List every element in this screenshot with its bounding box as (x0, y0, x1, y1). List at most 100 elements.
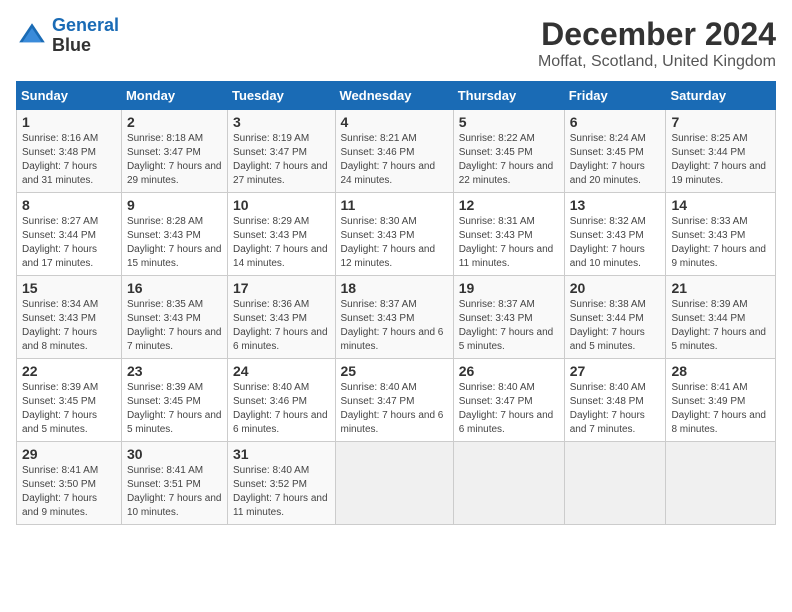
logo-text: General Blue (52, 16, 119, 56)
calendar-cell: 27 Sunrise: 8:40 AMSunset: 3:48 PMDaylig… (564, 359, 666, 442)
day-info: Sunrise: 8:40 AMSunset: 3:47 PMDaylight:… (459, 381, 559, 437)
day-info: Sunrise: 8:40 AMSunset: 3:46 PMDaylight:… (233, 381, 329, 437)
week-row-3: 15 Sunrise: 8:34 AMSunset: 3:43 PMDaylig… (17, 276, 776, 359)
calendar-cell: 23 Sunrise: 8:39 AMSunset: 3:45 PMDaylig… (121, 359, 227, 442)
calendar-cell: 25 Sunrise: 8:40 AMSunset: 3:47 PMDaylig… (335, 359, 453, 442)
day-number: 10 (233, 197, 329, 213)
weekday-header-tuesday: Tuesday (228, 82, 335, 110)
day-info: Sunrise: 8:36 AMSunset: 3:43 PMDaylight:… (233, 298, 329, 354)
calendar-cell (453, 442, 564, 525)
calendar-cell: 3 Sunrise: 8:19 AMSunset: 3:47 PMDayligh… (228, 110, 335, 193)
logo-line1: General (52, 15, 119, 35)
day-info: Sunrise: 8:27 AMSunset: 3:44 PMDaylight:… (22, 215, 116, 271)
day-info: Sunrise: 8:25 AMSunset: 3:44 PMDaylight:… (671, 132, 770, 188)
day-info: Sunrise: 8:22 AMSunset: 3:45 PMDaylight:… (459, 132, 559, 188)
day-info: Sunrise: 8:21 AMSunset: 3:46 PMDaylight:… (341, 132, 448, 188)
day-number: 12 (459, 197, 559, 213)
day-info: Sunrise: 8:16 AMSunset: 3:48 PMDaylight:… (22, 132, 116, 188)
calendar-cell: 8 Sunrise: 8:27 AMSunset: 3:44 PMDayligh… (17, 193, 122, 276)
calendar-cell: 12 Sunrise: 8:31 AMSunset: 3:43 PMDaylig… (453, 193, 564, 276)
calendar-cell: 18 Sunrise: 8:37 AMSunset: 3:43 PMDaylig… (335, 276, 453, 359)
day-number: 8 (22, 197, 116, 213)
calendar-cell: 1 Sunrise: 8:16 AMSunset: 3:48 PMDayligh… (17, 110, 122, 193)
calendar-cell: 28 Sunrise: 8:41 AMSunset: 3:49 PMDaylig… (666, 359, 776, 442)
day-number: 28 (671, 363, 770, 379)
day-number: 26 (459, 363, 559, 379)
day-info: Sunrise: 8:39 AMSunset: 3:45 PMDaylight:… (22, 381, 116, 437)
calendar-cell: 21 Sunrise: 8:39 AMSunset: 3:44 PMDaylig… (666, 276, 776, 359)
day-number: 14 (671, 197, 770, 213)
day-info: Sunrise: 8:29 AMSunset: 3:43 PMDaylight:… (233, 215, 329, 271)
logo: General Blue (16, 16, 119, 56)
day-info: Sunrise: 8:39 AMSunset: 3:44 PMDaylight:… (671, 298, 770, 354)
title-area: December 2024 Moffat, Scotland, United K… (538, 16, 776, 71)
day-number: 20 (570, 280, 661, 296)
calendar-cell (564, 442, 666, 525)
calendar-cell: 20 Sunrise: 8:38 AMSunset: 3:44 PMDaylig… (564, 276, 666, 359)
day-number: 6 (570, 114, 661, 130)
calendar-cell: 30 Sunrise: 8:41 AMSunset: 3:51 PMDaylig… (121, 442, 227, 525)
weekday-header-saturday: Saturday (666, 82, 776, 110)
day-number: 4 (341, 114, 448, 130)
day-number: 15 (22, 280, 116, 296)
day-info: Sunrise: 8:37 AMSunset: 3:43 PMDaylight:… (459, 298, 559, 354)
calendar-cell: 26 Sunrise: 8:40 AMSunset: 3:47 PMDaylig… (453, 359, 564, 442)
weekday-header-monday: Monday (121, 82, 227, 110)
day-number: 30 (127, 446, 222, 462)
weekday-header-friday: Friday (564, 82, 666, 110)
calendar-cell: 11 Sunrise: 8:30 AMSunset: 3:43 PMDaylig… (335, 193, 453, 276)
calendar-cell: 7 Sunrise: 8:25 AMSunset: 3:44 PMDayligh… (666, 110, 776, 193)
calendar-table: SundayMondayTuesdayWednesdayThursdayFrid… (16, 81, 776, 525)
calendar-cell: 5 Sunrise: 8:22 AMSunset: 3:45 PMDayligh… (453, 110, 564, 193)
day-number: 3 (233, 114, 329, 130)
day-info: Sunrise: 8:40 AMSunset: 3:47 PMDaylight:… (341, 381, 448, 437)
calendar-cell: 2 Sunrise: 8:18 AMSunset: 3:47 PMDayligh… (121, 110, 227, 193)
calendar-cell: 31 Sunrise: 8:40 AMSunset: 3:52 PMDaylig… (228, 442, 335, 525)
day-info: Sunrise: 8:41 AMSunset: 3:51 PMDaylight:… (127, 464, 222, 520)
day-info: Sunrise: 8:24 AMSunset: 3:45 PMDaylight:… (570, 132, 661, 188)
day-info: Sunrise: 8:37 AMSunset: 3:43 PMDaylight:… (341, 298, 448, 354)
day-info: Sunrise: 8:32 AMSunset: 3:43 PMDaylight:… (570, 215, 661, 271)
calendar-cell: 9 Sunrise: 8:28 AMSunset: 3:43 PMDayligh… (121, 193, 227, 276)
logo-line2: Blue (52, 36, 119, 56)
calendar-cell: 19 Sunrise: 8:37 AMSunset: 3:43 PMDaylig… (453, 276, 564, 359)
calendar-cell: 10 Sunrise: 8:29 AMSunset: 3:43 PMDaylig… (228, 193, 335, 276)
main-title: December 2024 (538, 16, 776, 53)
weekday-header-sunday: Sunday (17, 82, 122, 110)
calendar-cell: 24 Sunrise: 8:40 AMSunset: 3:46 PMDaylig… (228, 359, 335, 442)
day-number: 22 (22, 363, 116, 379)
weekday-header-row: SundayMondayTuesdayWednesdayThursdayFrid… (17, 82, 776, 110)
day-info: Sunrise: 8:18 AMSunset: 3:47 PMDaylight:… (127, 132, 222, 188)
calendar-cell: 15 Sunrise: 8:34 AMSunset: 3:43 PMDaylig… (17, 276, 122, 359)
day-info: Sunrise: 8:38 AMSunset: 3:44 PMDaylight:… (570, 298, 661, 354)
calendar-cell: 13 Sunrise: 8:32 AMSunset: 3:43 PMDaylig… (564, 193, 666, 276)
day-info: Sunrise: 8:30 AMSunset: 3:43 PMDaylight:… (341, 215, 448, 271)
day-number: 31 (233, 446, 329, 462)
day-number: 1 (22, 114, 116, 130)
day-number: 9 (127, 197, 222, 213)
week-row-1: 1 Sunrise: 8:16 AMSunset: 3:48 PMDayligh… (17, 110, 776, 193)
day-number: 5 (459, 114, 559, 130)
day-number: 7 (671, 114, 770, 130)
day-info: Sunrise: 8:41 AMSunset: 3:50 PMDaylight:… (22, 464, 116, 520)
weekday-header-wednesday: Wednesday (335, 82, 453, 110)
calendar-cell: 6 Sunrise: 8:24 AMSunset: 3:45 PMDayligh… (564, 110, 666, 193)
day-number: 2 (127, 114, 222, 130)
weekday-header-thursday: Thursday (453, 82, 564, 110)
day-info: Sunrise: 8:35 AMSunset: 3:43 PMDaylight:… (127, 298, 222, 354)
calendar-cell: 22 Sunrise: 8:39 AMSunset: 3:45 PMDaylig… (17, 359, 122, 442)
day-info: Sunrise: 8:40 AMSunset: 3:48 PMDaylight:… (570, 381, 661, 437)
day-info: Sunrise: 8:31 AMSunset: 3:43 PMDaylight:… (459, 215, 559, 271)
day-number: 19 (459, 280, 559, 296)
calendar-cell: 14 Sunrise: 8:33 AMSunset: 3:43 PMDaylig… (666, 193, 776, 276)
calendar-cell: 16 Sunrise: 8:35 AMSunset: 3:43 PMDaylig… (121, 276, 227, 359)
day-number: 21 (671, 280, 770, 296)
week-row-4: 22 Sunrise: 8:39 AMSunset: 3:45 PMDaylig… (17, 359, 776, 442)
calendar-cell: 17 Sunrise: 8:36 AMSunset: 3:43 PMDaylig… (228, 276, 335, 359)
day-number: 18 (341, 280, 448, 296)
day-number: 17 (233, 280, 329, 296)
calendar-cell: 29 Sunrise: 8:41 AMSunset: 3:50 PMDaylig… (17, 442, 122, 525)
calendar-cell (335, 442, 453, 525)
day-info: Sunrise: 8:34 AMSunset: 3:43 PMDaylight:… (22, 298, 116, 354)
day-number: 23 (127, 363, 222, 379)
